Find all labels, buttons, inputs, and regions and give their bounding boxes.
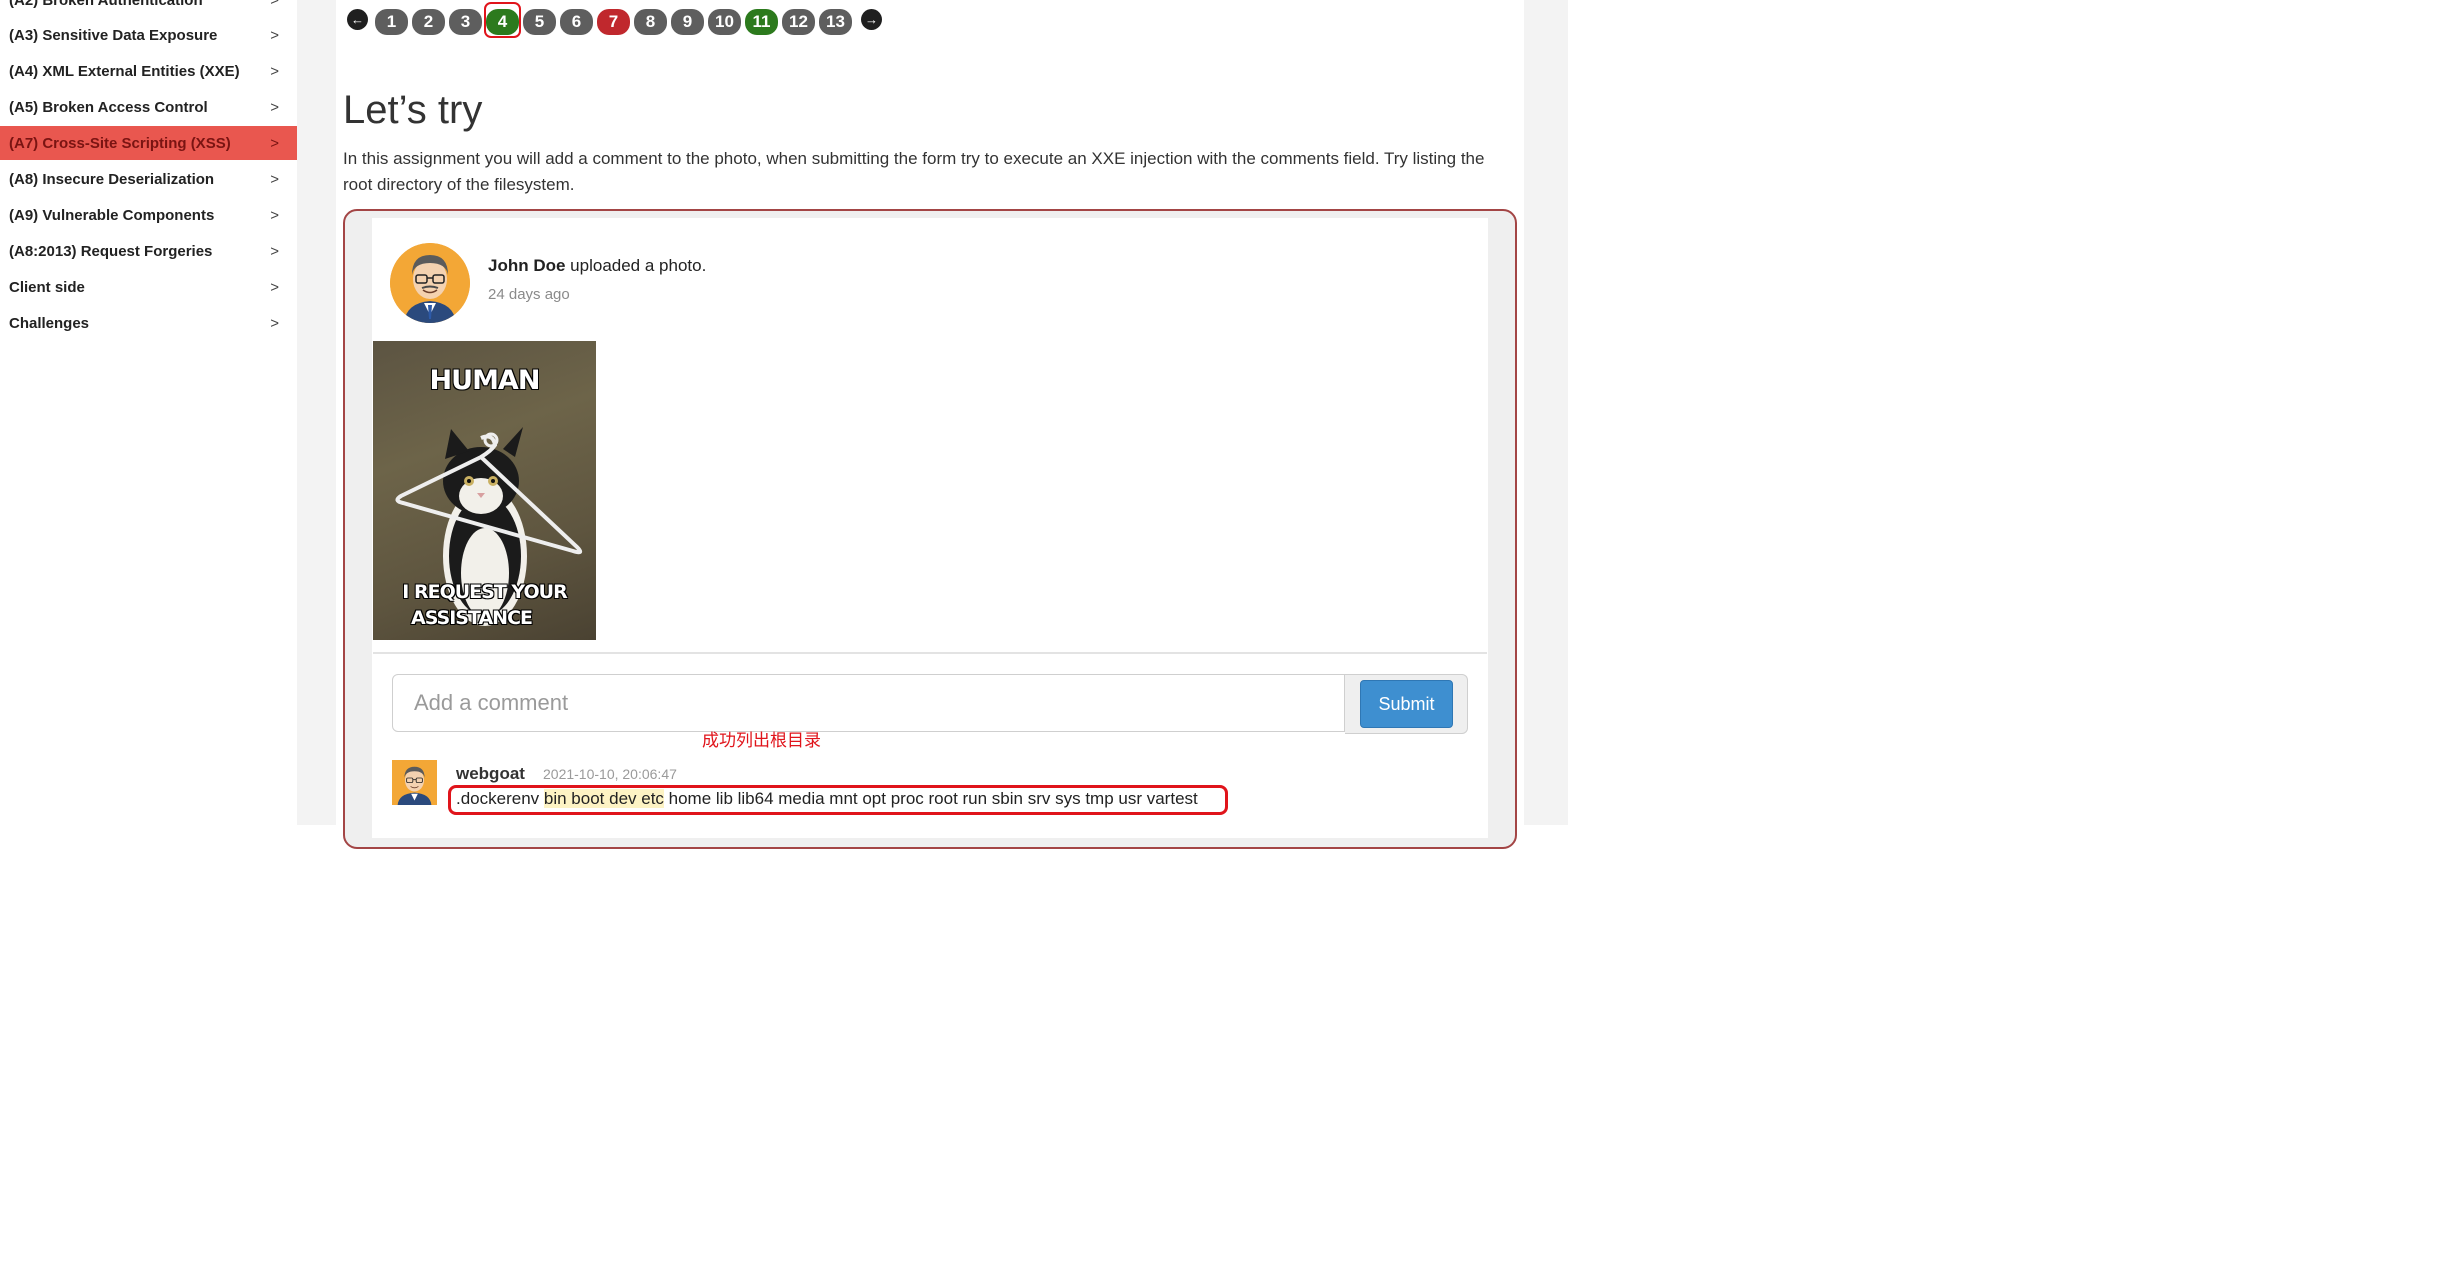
comment-input[interactable]: Add a comment: [392, 674, 1345, 732]
sidebar-item-client-side[interactable]: Client side >: [0, 270, 297, 304]
post-author[interactable]: John Doe: [488, 256, 565, 275]
arrow-left-icon[interactable]: ←: [347, 9, 368, 30]
sidebar-item-a3-sensitive-data-exposure[interactable]: (A3) Sensitive Data Exposure >: [0, 18, 297, 52]
sidebar-item-a8-insecure-deserialization[interactable]: (A8) Insecure Deserialization >: [0, 162, 297, 196]
avatar: [390, 243, 470, 323]
chevron-right-icon: >: [270, 98, 279, 116]
post-action: uploaded a photo.: [565, 256, 707, 275]
sidebar-item-a4-xxe[interactable]: (A4) XML External Entities (XXE) >: [0, 54, 297, 88]
sidebar-item-label: (A5) Broken Access Control: [9, 98, 208, 116]
page-button-6[interactable]: 6: [560, 9, 593, 35]
annotation-note: 成功列出根目录: [702, 731, 821, 751]
page-button-9[interactable]: 9: [671, 9, 704, 35]
meme-bottom-line-1: I REQUEST YOUR: [402, 581, 567, 603]
sidebar-item-label: (A9) Vulnerable Components: [9, 206, 215, 224]
page-button-1[interactable]: 1: [375, 9, 408, 35]
chevron-right-icon: >: [270, 134, 279, 152]
sidebar-item-request-forgeries[interactable]: (A8:2013) Request Forgeries >: [0, 234, 297, 268]
page-button-4[interactable]: 4: [486, 9, 519, 35]
divider: [373, 652, 1487, 654]
page-button-2[interactable]: 2: [412, 9, 445, 35]
meme-top-caption: HUMAN: [429, 365, 541, 396]
commenter-avatar: [392, 760, 437, 805]
sidebar-item-a7-xss[interactable]: (A7) Cross-Site Scripting (XSS) >: [0, 126, 297, 160]
sidebar-item-a2-broken-authentication[interactable]: (A2) Broken Authentication >: [0, 0, 297, 17]
chevron-right-icon: >: [270, 314, 279, 332]
sidebar-item-label: (A3) Sensitive Data Exposure: [9, 26, 218, 44]
meme-bottom-caption: I REQUEST YOUR ASSISTANCE: [373, 579, 596, 631]
comment-username: webgoat: [456, 764, 525, 783]
chevron-right-icon: >: [270, 278, 279, 296]
submit-button[interactable]: Submit: [1360, 680, 1453, 728]
sidebar: (A2) Broken Authentication > (A3) Sensit…: [0, 0, 298, 825]
sidebar-item-label: (A8:2013) Request Forgeries: [9, 242, 213, 260]
page-button-7[interactable]: 7: [597, 9, 630, 35]
post-header: John Doe uploaded a photo.: [488, 256, 706, 276]
sidebar-item-label: (A2) Broken Authentication: [9, 0, 203, 9]
chevron-right-icon: >: [270, 62, 279, 80]
chevron-right-icon: >: [270, 26, 279, 44]
annotation-highlight-box: [448, 785, 1228, 815]
page-button-3[interactable]: 3: [449, 9, 482, 35]
post-timestamp: 24 days ago: [488, 286, 570, 303]
page-button-5[interactable]: 5: [523, 9, 556, 35]
chevron-right-icon: >: [270, 206, 279, 224]
arrow-right-icon[interactable]: →: [861, 9, 882, 30]
chevron-right-icon: >: [270, 242, 279, 260]
sidebar-item-label: (A7) Cross-Site Scripting (XSS): [9, 134, 231, 152]
sidebar-item-a9-vulnerable-components[interactable]: (A9) Vulnerable Components >: [0, 198, 297, 232]
page-button-12[interactable]: 12: [782, 9, 815, 35]
chevron-right-icon: >: [270, 170, 279, 188]
sidebar-item-label: Client side: [9, 278, 85, 296]
john-doe-avatar-icon: [390, 243, 470, 323]
lesson-description: In this assignment you will add a commen…: [343, 149, 1485, 194]
page-button-13[interactable]: 13: [819, 9, 852, 35]
page-button-11[interactable]: 11: [745, 9, 778, 35]
sidebar-item-label: (A8) Insecure Deserialization: [9, 170, 215, 188]
sidebar-item-label: Challenges: [9, 314, 90, 332]
meme-bottom-line-2: ASSISTANCE: [411, 607, 533, 629]
webgoat-avatar-icon: [392, 760, 437, 805]
page-button-10[interactable]: 10: [708, 9, 741, 35]
sidebar-item-label: (A4) XML External Entities (XXE): [9, 62, 240, 80]
page-button-8[interactable]: 8: [634, 9, 667, 35]
page-title: Let’s try: [343, 88, 483, 132]
sidebar-item-a5-broken-access-control[interactable]: (A5) Broken Access Control >: [0, 90, 297, 124]
comment-timestamp: 2021-10-10, 20:06:47: [543, 766, 677, 782]
chevron-right-icon: >: [270, 0, 279, 9]
sidebar-item-challenges[interactable]: Challenges >: [0, 306, 297, 340]
cat-photo: HUMAN I REQUEST YOUR ASSISTANCE: [373, 341, 596, 640]
